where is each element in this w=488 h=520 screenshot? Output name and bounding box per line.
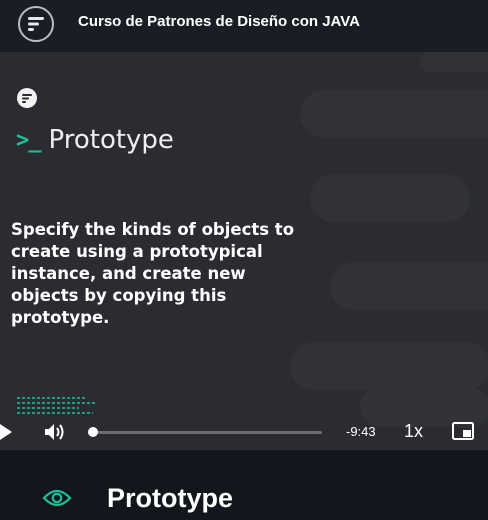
time-remaining: -9:43 — [346, 424, 376, 439]
top-bar: Curso de Patrones de Diseño con JAVA — [0, 0, 488, 52]
slide-title: Prototype — [48, 125, 174, 155]
progress-bar[interactable] — [92, 431, 322, 434]
platzi-logo-icon — [22, 93, 32, 103]
slide-description: Specify the kinds of objects to create u… — [11, 220, 295, 327]
lesson-header: Prototype — [0, 450, 488, 520]
progress-handle[interactable] — [88, 427, 98, 437]
picture-in-picture-icon[interactable] — [452, 422, 474, 440]
volume-icon[interactable] — [44, 423, 66, 441]
background-pill — [310, 174, 470, 222]
player-controls: -9:43 1x — [0, 413, 488, 450]
lesson-title: Prototype — [107, 483, 234, 513]
background-pill — [330, 262, 488, 310]
slide-logo — [17, 88, 37, 108]
video-player[interactable]: >_ Prototype Specify the kinds of object… — [0, 52, 488, 450]
terminal-prompt-icon: >_ — [16, 127, 41, 153]
background-pill — [300, 90, 488, 138]
course-title: Curso de Patrones de Diseño con JAVA — [78, 13, 361, 30]
background-pill — [290, 342, 488, 390]
background-pill — [420, 52, 488, 72]
eye-icon — [42, 489, 72, 507]
playback-speed-button[interactable]: 1x — [404, 421, 423, 442]
slide-heading: >_ Prototype — [16, 125, 174, 155]
play-icon[interactable] — [0, 424, 12, 440]
platzi-logo-icon — [28, 17, 44, 31]
course-logo[interactable] — [18, 6, 54, 42]
